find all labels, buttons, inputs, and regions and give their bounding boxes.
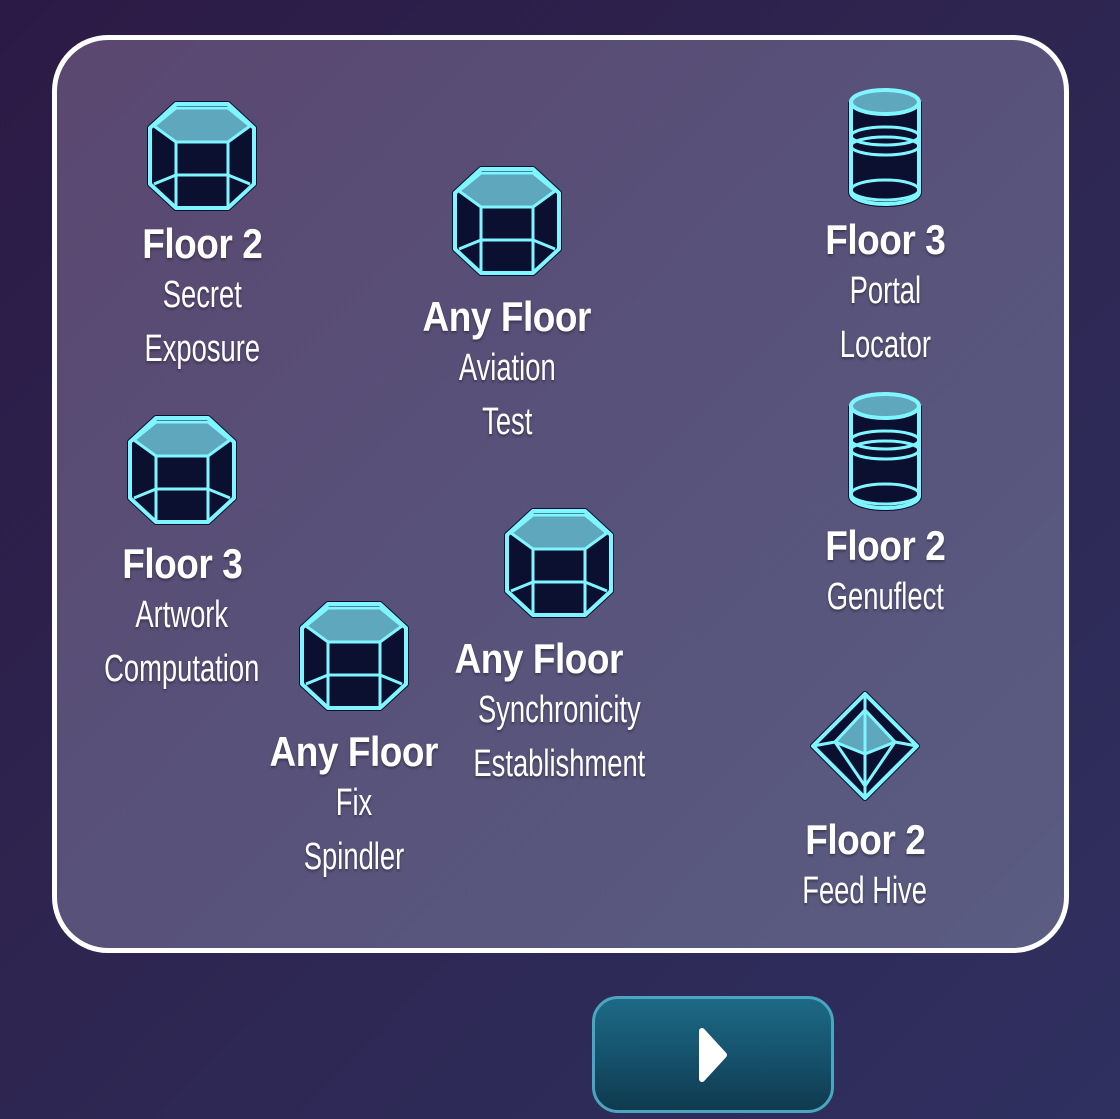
task-floor: Floor 3 [824,216,946,263]
hexagon-prism-icon [299,601,409,711]
task-name: Portal Locator [839,270,931,366]
task-floor: Any Floor [269,728,439,775]
cylinder-icon [848,88,922,207]
task-name: Aviation Test [458,347,556,443]
task-floor: Any Floor [422,293,592,340]
task-card[interactable]: Floor 2 Secret Exposure [107,100,297,376]
task-card[interactable]: Floor 2 Feed Hive [770,690,960,918]
task-floor: Any Floor [454,635,624,682]
task-card[interactable]: Any Floor Aviation Test [412,165,602,449]
task-card[interactable]: Floor 3 Portal Locator [790,86,980,372]
hexagon-prism-icon [127,415,237,525]
hexagon-prism-icon [504,508,614,618]
hexagon-prism-icon [147,101,257,211]
task-name: Feed Hive [802,870,928,912]
task-name: Fix Spindler [303,782,405,878]
octahedron-icon [810,691,920,801]
task-floor: Floor 2 [824,522,946,569]
next-button[interactable] [592,996,834,1113]
play-arrow-icon [699,1027,727,1082]
task-floor: Floor 2 [804,816,926,863]
task-card[interactable]: Any Floor Synchronicity Establishment [439,507,679,791]
task-floor: Floor 2 [141,220,263,267]
task-name: Synchronicity Establishment [473,689,645,785]
task-card[interactable]: Floor 2 Genuflect [790,390,980,624]
task-card[interactable]: Any Floor Fix Spindler [259,600,449,884]
task-name: Genuflect [826,576,944,618]
task-name: Secret Exposure [144,274,260,370]
task-floor: Floor 3 [121,540,243,587]
task-list-panel: Floor 2 Secret Exposure Any Floor Aviati… [52,35,1069,953]
task-name: Artwork Computation [104,594,260,690]
hexagon-prism-icon [452,166,562,276]
cylinder-icon [848,392,922,511]
task-card[interactable]: Floor 3 Artwork Computation [77,414,287,696]
